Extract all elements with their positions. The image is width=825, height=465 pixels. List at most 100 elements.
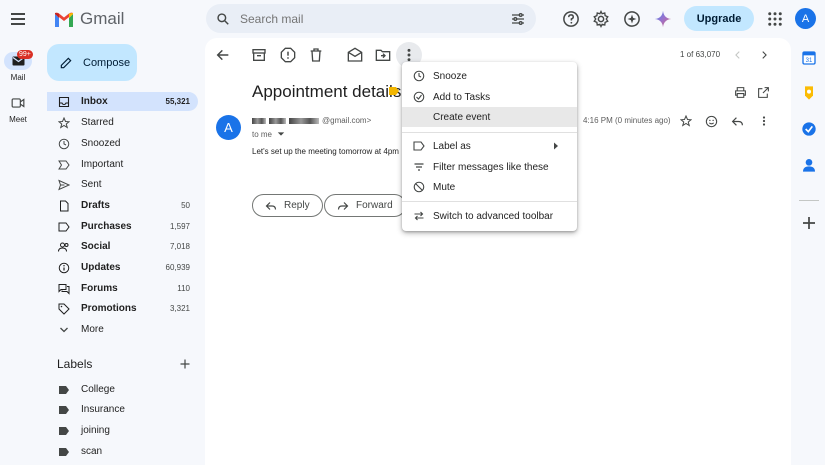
apps-sparkle-icon[interactable] <box>623 10 641 28</box>
caret-down-icon[interactable] <box>277 131 285 137</box>
sidebar-item-starred[interactable]: Starred <box>47 113 198 132</box>
label-item-college[interactable]: College <box>47 380 198 399</box>
swap-icon <box>414 211 424 221</box>
account-avatar[interactable]: A <box>795 8 816 29</box>
print-icon[interactable] <box>734 86 747 99</box>
rail-divider <box>799 200 819 201</box>
contacts-app-icon[interactable] <box>801 157 817 173</box>
menu-item-filter-messages[interactable]: Filter messages like these <box>402 157 577 177</box>
sidebar-item-updates[interactable]: Updates 60,939 <box>47 258 198 277</box>
search-options-icon[interactable] <box>510 12 526 26</box>
email-time: 4:16 PM (0 minutes ago) <box>583 116 671 125</box>
report-spam-icon[interactable] <box>280 47 296 63</box>
compose-button[interactable]: Compose <box>47 44 137 81</box>
search-icon[interactable] <box>216 12 230 26</box>
label-item-joining[interactable]: joining <box>47 421 198 440</box>
sidebar-item-important[interactable]: Important <box>47 155 198 174</box>
label-item-scan[interactable]: scan <box>47 442 198 461</box>
sidebar-item-more[interactable]: More <box>47 320 198 339</box>
settings-gear-icon[interactable] <box>592 10 610 28</box>
sidebar-item-promotions[interactable]: Promotions 3,321 <box>47 299 198 318</box>
add-task-icon <box>413 91 425 103</box>
menu-item-label-as[interactable]: Label as <box>402 136 577 156</box>
google-apps-grid-icon[interactable] <box>766 10 784 28</box>
chevron-right-icon[interactable] <box>759 50 769 60</box>
mark-unread-icon[interactable] <box>347 47 363 63</box>
archive-icon[interactable] <box>251 47 267 63</box>
send-icon <box>58 179 70 190</box>
plus-icon <box>180 359 190 369</box>
rail-meet[interactable]: Meet <box>4 94 32 124</box>
video-camera-icon <box>11 98 25 108</box>
menu-separator <box>402 201 577 202</box>
reply-button[interactable]: Reply <box>252 194 323 217</box>
menu-item-switch-toolbar[interactable]: Switch to advanced toolbar <box>402 206 577 226</box>
delete-trash-icon[interactable] <box>308 47 324 63</box>
emoji-react-icon[interactable] <box>705 115 718 128</box>
redacted-sender-name <box>269 117 286 124</box>
forward-arrow-icon <box>337 201 349 210</box>
main-menu-button[interactable] <box>8 9 28 29</box>
forward-button[interactable]: Forward <box>324 194 406 217</box>
menu-item-snooze[interactable]: Snooze <box>402 66 577 86</box>
sidebar-item-inbox[interactable]: Inbox 55,321 <box>47 92 198 111</box>
search-input[interactable] <box>240 11 500 26</box>
pencil-icon <box>60 57 72 68</box>
sidebar-item-sent[interactable]: Sent <box>47 175 198 194</box>
sidebar-item-purchases[interactable]: Purchases 1,597 <box>47 217 198 236</box>
more-options-menu: Snooze Add to Tasks Create event Label a… <box>402 62 577 231</box>
chevron-left-icon[interactable] <box>733 50 743 60</box>
upgrade-button[interactable]: Upgrade <box>684 6 754 31</box>
label-item-insurance[interactable]: Insurance <box>47 400 198 419</box>
gmail-wordmark: Gmail <box>80 9 125 28</box>
gmail-logo[interactable]: Gmail <box>54 9 124 29</box>
recipients-line[interactable]: to me <box>252 130 285 139</box>
labels-heading: Labels <box>57 357 93 371</box>
keep-app-icon[interactable] <box>801 85 817 101</box>
pagination-count: 1 of 63,070 <box>680 50 721 59</box>
menu-separator <box>402 132 577 133</box>
filter-icon <box>414 163 424 171</box>
email-body: Let's set up the meeting tomorrow at 4pm <box>252 147 399 156</box>
rail-mail-button[interactable]: 99+ <box>4 50 33 70</box>
important-icon <box>58 160 70 169</box>
reply-arrow-icon <box>265 201 277 210</box>
people-icon <box>58 242 69 252</box>
sidebar-item-drafts[interactable]: Drafts 50 <box>47 196 198 215</box>
move-to-folder-icon[interactable] <box>375 47 391 63</box>
rail-meet-button[interactable] <box>4 94 32 112</box>
gemini-icon[interactable] <box>654 10 672 28</box>
message-more-icon[interactable] <box>760 115 768 127</box>
svg-text:31: 31 <box>806 58 813 64</box>
search-bar[interactable] <box>206 4 536 33</box>
open-new-window-icon[interactable] <box>757 86 770 99</box>
clock-icon <box>413 70 425 82</box>
add-addon-plus-icon[interactable] <box>801 215 817 231</box>
email-subject: Appointment details <box>252 82 402 101</box>
support-icon[interactable] <box>562 10 580 28</box>
label-icon <box>59 447 69 456</box>
calendar-app-icon[interactable]: 31 <box>801 50 817 66</box>
star-icon <box>58 116 70 129</box>
add-label-button[interactable] <box>179 357 191 373</box>
tasks-app-icon[interactable] <box>801 121 817 137</box>
label-icon <box>59 385 69 394</box>
clock-icon <box>58 138 70 149</box>
sidebar-item-snoozed[interactable]: Snoozed <box>47 134 198 153</box>
label-icon <box>59 405 69 414</box>
sender-avatar[interactable]: A <box>216 115 241 140</box>
label-icon <box>59 426 69 435</box>
star-outline-icon[interactable] <box>680 115 692 127</box>
menu-item-create-event[interactable]: Create event <box>402 107 577 127</box>
back-arrow-icon[interactable] <box>215 47 231 63</box>
menu-item-add-to-tasks[interactable]: Add to Tasks <box>402 87 577 107</box>
menu-item-mute[interactable]: Mute <box>402 177 577 197</box>
rail-mail[interactable]: 99+ Mail <box>4 48 33 82</box>
rail-meet-label: Meet <box>9 115 27 124</box>
chevron-down-icon <box>60 327 68 332</box>
sidebar-item-social[interactable]: Social 7,018 <box>47 237 198 256</box>
redacted-sender-email <box>289 117 319 124</box>
reply-icon[interactable] <box>731 115 744 128</box>
sidebar-item-forums[interactable]: Forums 110 <box>47 279 198 298</box>
sender-line: @gmail.com> <box>252 116 371 125</box>
